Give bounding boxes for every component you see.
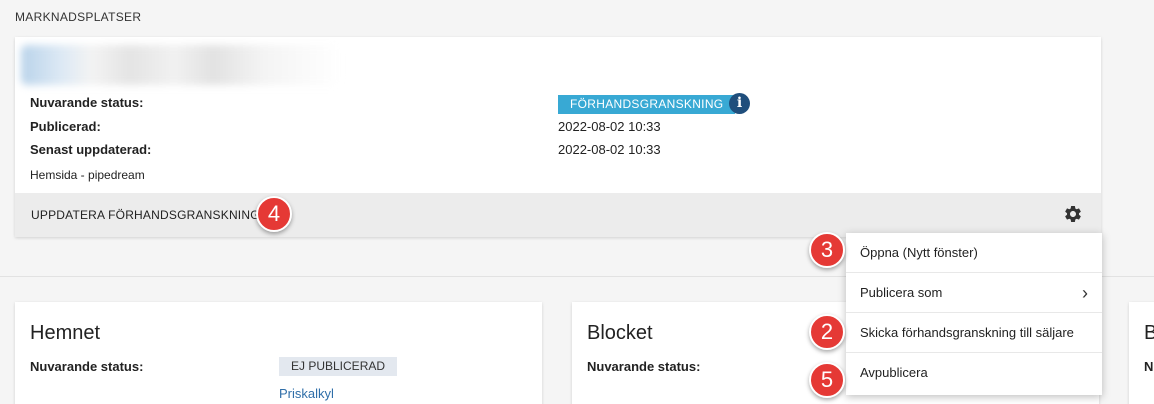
- published-value: 2022-08-02 10:33: [558, 119, 661, 134]
- menu-item-open-new-window[interactable]: Öppna (Nytt fönster): [846, 233, 1102, 273]
- status-label: Nuvarande status:: [587, 359, 701, 374]
- status-badge: EJ PUBLICERAD: [279, 357, 398, 376]
- site-name: Hemsida - pipedream: [30, 168, 145, 182]
- menu-item-publish-as[interactable]: Publicera som ›: [846, 273, 1102, 313]
- card-footer: UPPDATERA FÖRHANDSGRANSKNING: [15, 193, 1101, 237]
- step-marker-3: 3: [809, 232, 845, 268]
- step-marker-4: 4: [256, 196, 292, 232]
- marketplace-title: B: [1144, 322, 1154, 344]
- status-label: Nuvarande status:: [30, 95, 144, 110]
- marketplace-card-third: B N: [1129, 302, 1154, 404]
- marketplace-title: Blocket: [587, 322, 653, 344]
- menu-item-send-preview-to-seller[interactable]: Skicka förhandsgranskning till säljare: [846, 313, 1102, 353]
- section-title: MARKNADSPLATSER: [15, 10, 142, 24]
- menu-item-label: Publicera som: [860, 285, 943, 300]
- menu-item-label: Skicka förhandsgranskning till säljare: [860, 325, 1074, 340]
- blurred-site-logo: [21, 45, 341, 85]
- status-label: Nuvarande status:: [30, 359, 144, 374]
- marketplace-main-card: Nuvarande status: FÖRHANDSGRANSKNING i P…: [15, 37, 1101, 237]
- updated-label: Senast uppdaterad:: [30, 142, 152, 157]
- status-label: N: [1144, 359, 1154, 374]
- marketplace-title: Hemnet: [30, 322, 101, 344]
- step-marker-2: 2: [809, 314, 845, 350]
- gear-icon[interactable]: [1063, 204, 1083, 224]
- updated-value: 2022-08-02 10:33: [558, 142, 661, 157]
- menu-item-unpublish[interactable]: Avpublicera: [846, 353, 1102, 393]
- price-calculator-link[interactable]: Priskalkyl: [279, 386, 334, 401]
- marketplace-card-hemnet: Hemnet Nuvarande status: EJ PUBLICERAD P…: [15, 302, 542, 404]
- published-label: Publicerad:: [30, 119, 101, 134]
- menu-item-label: Avpublicera: [860, 365, 928, 380]
- menu-item-label: Öppna (Nytt fönster): [860, 245, 978, 260]
- info-icon[interactable]: i: [729, 93, 750, 114]
- chevron-right-icon: ›: [1082, 283, 1088, 303]
- step-marker-5: 5: [809, 362, 845, 398]
- update-preview-button[interactable]: UPPDATERA FÖRHANDSGRANSKNING: [31, 208, 260, 222]
- status-badge: FÖRHANDSGRANSKNING: [558, 95, 736, 114]
- settings-dropdown-menu: Öppna (Nytt fönster) Publicera som › Ski…: [846, 233, 1102, 395]
